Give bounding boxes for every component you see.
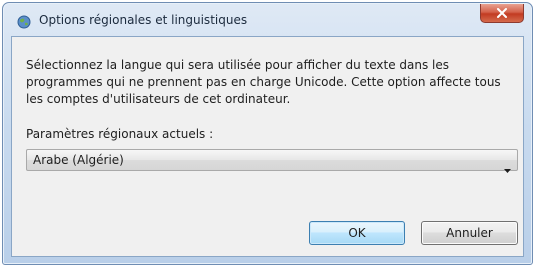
title-bar[interactable]: Options régionales et linguistiques	[3, 3, 532, 37]
locale-dropdown-value: Arabe (Algérie)	[33, 153, 124, 167]
locale-dropdown[interactable]: Arabe (Algérie)	[26, 149, 518, 173]
description-text: Sélectionnez la langue qui sera utilisée…	[26, 58, 501, 106]
close-button[interactable]	[480, 4, 524, 23]
dialog-client-area: Sélectionnez la langue qui sera utilisée…	[11, 36, 524, 257]
globe-icon	[17, 14, 31, 29]
close-icon	[497, 8, 507, 18]
current-locale-label: Paramètres régionaux actuels :	[26, 127, 214, 141]
cancel-button[interactable]: Annuler	[421, 221, 518, 245]
dialog-window: Options régionales et linguistiques Séle…	[2, 2, 533, 265]
ok-button[interactable]: OK	[309, 221, 405, 245]
window-title: Options régionales et linguistiques	[39, 13, 248, 27]
chevron-down-icon	[504, 158, 511, 177]
